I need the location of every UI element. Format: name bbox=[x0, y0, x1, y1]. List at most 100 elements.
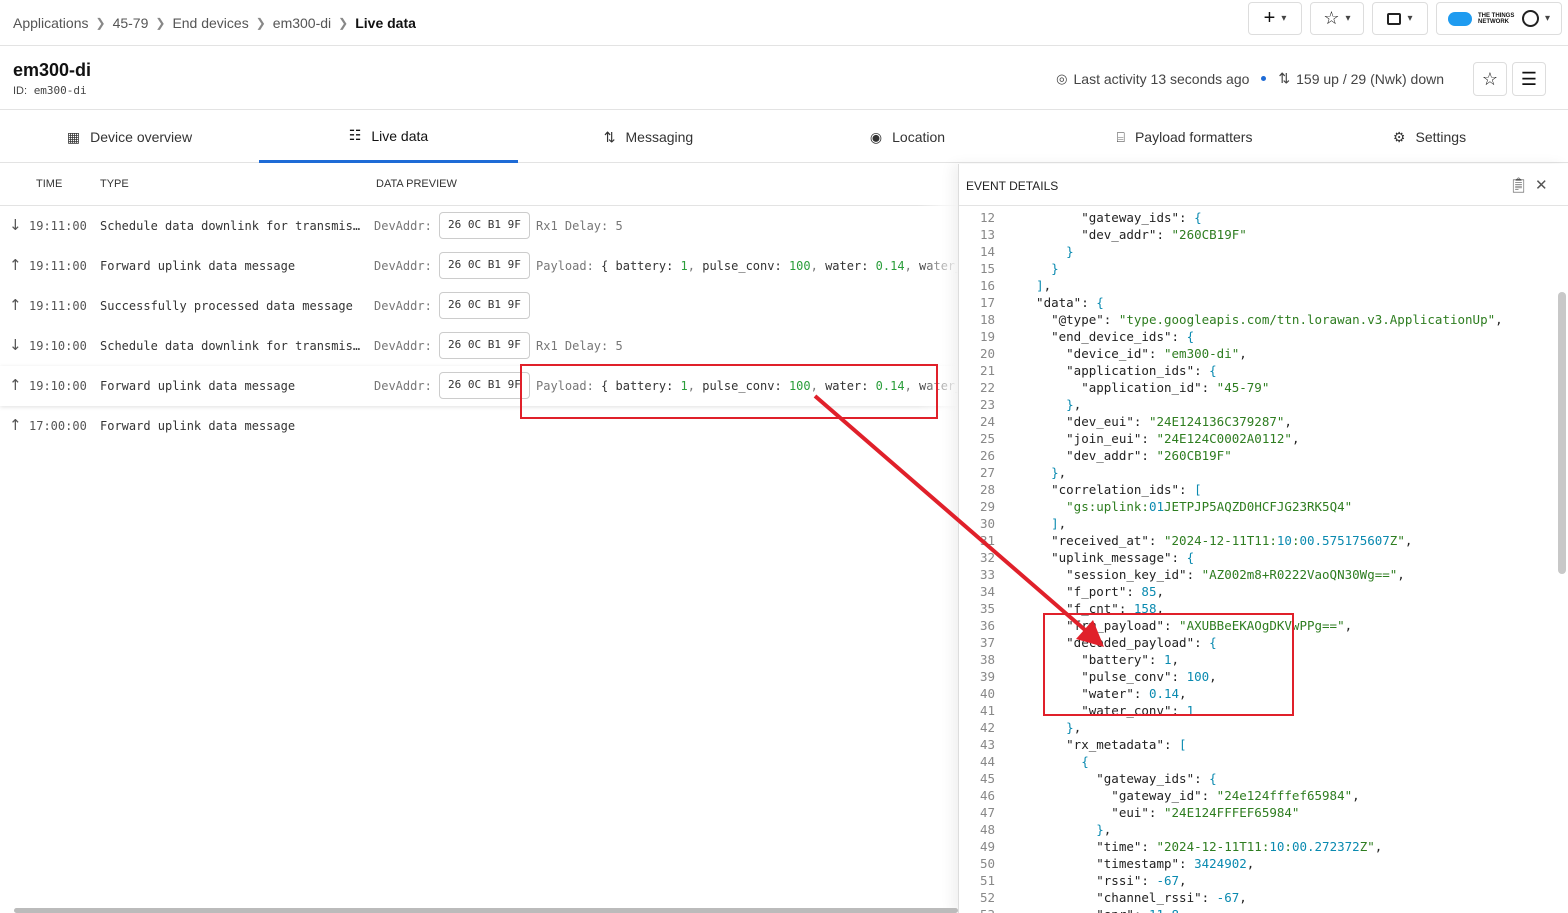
add-menu-button[interactable]: + ▾ bbox=[1248, 2, 1302, 35]
code-line: 52 "channel_rssi": -67, bbox=[959, 889, 1549, 906]
chevron-right-icon: ❯ bbox=[95, 15, 106, 30]
devaddr-chip[interactable]: 26 0C B1 9F bbox=[439, 212, 530, 239]
event-row[interactable]: ↓ 19:10:00 Schedule data downlink for tran… bbox=[0, 326, 958, 366]
device-id-label: ID: bbox=[13, 85, 28, 97]
line-number: 23 bbox=[979, 397, 995, 412]
code-line: 53 "snr": 11.8, bbox=[959, 906, 1549, 913]
code-text: } bbox=[1066, 244, 1074, 259]
code-line: 32 "uplink_message": { bbox=[959, 549, 1549, 566]
payload-highlight-box bbox=[520, 364, 938, 419]
event-type: Forward uplink data message bbox=[100, 259, 296, 273]
code-text: ], bbox=[1036, 278, 1052, 293]
line-number: 52 bbox=[979, 890, 995, 905]
line-number: 13 bbox=[979, 227, 995, 242]
device-header: em300-di ID: em300-di ◎ Last activity 13… bbox=[0, 46, 1568, 110]
breadcrumb-device[interactable]: em300-di bbox=[273, 15, 331, 31]
location-pin-icon: ◉ bbox=[869, 128, 883, 145]
line-number: 26 bbox=[979, 448, 995, 463]
devaddr-chip[interactable]: 26 0C B1 9F bbox=[439, 332, 530, 359]
bookmarks-menu-button[interactable]: ☆ ▾ bbox=[1310, 2, 1364, 35]
code-line: 45 "gateway_ids": { bbox=[959, 770, 1549, 787]
code-text: "dev_addr": "260CB19F" bbox=[1021, 448, 1232, 463]
devaddr-chip[interactable]: 26 0C B1 9F bbox=[439, 372, 530, 399]
code-text: "gateway_ids": { bbox=[1021, 771, 1217, 786]
device-title: em300-di bbox=[13, 60, 92, 80]
event-row[interactable]: ↑ 19:11:00 Successfully processed data mes… bbox=[0, 286, 958, 326]
line-number: 46 bbox=[979, 788, 995, 803]
code-text: "snr": 11.8, bbox=[1021, 906, 1186, 913]
event-time: 19:11:00 bbox=[29, 259, 87, 273]
event-row[interactable]: ↑ 19:11:00 Forward uplink data message DevA… bbox=[0, 246, 958, 286]
clipboard-icon[interactable]: 📋︎ bbox=[1509, 176, 1528, 194]
code-line: 46 "gateway_id": "24e124fffef65984", bbox=[959, 787, 1549, 804]
bookmark-device-button[interactable]: ☆ bbox=[1473, 62, 1507, 96]
tab-payload-formatters[interactable]: ⌸ Payload formatters bbox=[1055, 111, 1314, 163]
code-line: 50 "timestamp": 3424902, bbox=[959, 855, 1549, 872]
tab-device-overview[interactable]: ▦ Device overview bbox=[0, 111, 259, 163]
tab-location[interactable]: ◉ Location bbox=[778, 111, 1037, 163]
tab-label: Payload formatters bbox=[1134, 129, 1253, 145]
code-line: 12 "gateway_ids": { bbox=[959, 209, 1549, 226]
device-tabs: ▦ Device overview ☷ Live data ⇅ Messaging ◉… bbox=[0, 111, 1568, 163]
notifications-menu-button[interactable]: ▾ bbox=[1372, 2, 1428, 35]
column-time: TIME bbox=[36, 178, 63, 190]
devaddr-chip[interactable]: 26 0C B1 9F bbox=[439, 252, 530, 279]
code-line: 19 "end_device_ids": { bbox=[959, 328, 1549, 345]
line-number: 49 bbox=[979, 839, 995, 854]
event-row[interactable]: ↓ 19:11:00 Schedule data downlink for tran… bbox=[0, 206, 958, 246]
tab-live-data[interactable]: ☷ Live data bbox=[259, 111, 518, 163]
chevron-down-icon: ▾ bbox=[1345, 13, 1351, 24]
line-number: 36 bbox=[979, 618, 995, 633]
code-text: "rx_metadata": [ bbox=[1021, 737, 1187, 752]
code-text: "f_port": 85, bbox=[1021, 584, 1165, 599]
breadcrumb-end-devices[interactable]: End devices bbox=[172, 15, 248, 31]
event-details-title: EVENT DETAILS bbox=[966, 179, 1059, 193]
arrow-up-icon: ↑ bbox=[9, 256, 22, 274]
details-scrollbar[interactable] bbox=[1558, 292, 1566, 574]
code-text: "channel_rssi": -67, bbox=[1021, 890, 1247, 905]
line-number: 43 bbox=[979, 737, 995, 752]
line-number: 21 bbox=[979, 363, 995, 378]
arrow-up-icon: ↑ bbox=[9, 376, 22, 394]
code-text: { bbox=[1081, 754, 1089, 769]
chevron-down-icon: ▾ bbox=[1407, 13, 1413, 24]
event-time: 19:10:00 bbox=[29, 379, 87, 393]
devaddr-label: DevAddr: bbox=[374, 259, 432, 273]
close-icon[interactable]: ✕ bbox=[1535, 176, 1548, 194]
line-number: 19 bbox=[979, 329, 995, 344]
rx1-delay: Rx1 Delay: 5 bbox=[536, 219, 623, 233]
tab-label: Messaging bbox=[625, 129, 694, 145]
line-number: 31 bbox=[979, 533, 995, 548]
breadcrumb-application[interactable]: 45-79 bbox=[113, 15, 149, 31]
chevron-down-icon: ▾ bbox=[1281, 13, 1287, 24]
devaddr-chip[interactable]: 26 0C B1 9F bbox=[439, 292, 530, 319]
chevron-right-icon: ❯ bbox=[255, 15, 266, 30]
tab-messaging[interactable]: ⇅ Messaging bbox=[519, 111, 778, 163]
code-line: 21 "application_ids": { bbox=[959, 362, 1549, 379]
decoded-payload-highlight-box bbox=[1043, 613, 1294, 716]
code-text: }, bbox=[1051, 465, 1067, 480]
code-text: }, bbox=[1066, 397, 1082, 412]
more-menu-button[interactable]: ☰ bbox=[1512, 62, 1546, 96]
payload-value: 0.14 bbox=[875, 259, 905, 273]
code-text: "join_eui": "24E124C0002A0112", bbox=[1021, 431, 1300, 446]
top-bar: Applications ❯ 45-79 ❯ End devices ❯ em3… bbox=[0, 0, 1568, 46]
code-text: "device_id": "em300-di", bbox=[1021, 346, 1247, 361]
last-activity: Last activity 13 seconds ago bbox=[1073, 70, 1250, 87]
event-details-panel: EVENT DETAILS 📋︎ ✕ 12 "gateway_ids": {13… bbox=[958, 164, 1568, 913]
horizontal-scrollbar[interactable] bbox=[14, 908, 958, 913]
up-down-arrows-icon: ⇅ bbox=[603, 128, 616, 145]
code-text: "correlation_ids": [ bbox=[1021, 482, 1202, 497]
devaddr-label: DevAddr: bbox=[374, 379, 432, 393]
signal-icon: ◎ bbox=[1056, 70, 1068, 86]
line-number: 53 bbox=[959, 906, 995, 913]
account-menu-button[interactable]: THE THINGS NETWORK ▾ bbox=[1436, 2, 1562, 35]
column-data-preview: DATA PREVIEW bbox=[376, 178, 457, 190]
event-type: Forward uplink data message bbox=[100, 379, 296, 393]
star-icon: ☆ bbox=[1323, 8, 1340, 28]
line-number: 37 bbox=[979, 635, 995, 650]
tab-label: Device overview bbox=[90, 129, 193, 145]
line-number: 25 bbox=[979, 431, 995, 446]
tab-settings[interactable]: ⚙ Settings bbox=[1300, 111, 1559, 163]
breadcrumb-applications[interactable]: Applications bbox=[13, 15, 89, 31]
